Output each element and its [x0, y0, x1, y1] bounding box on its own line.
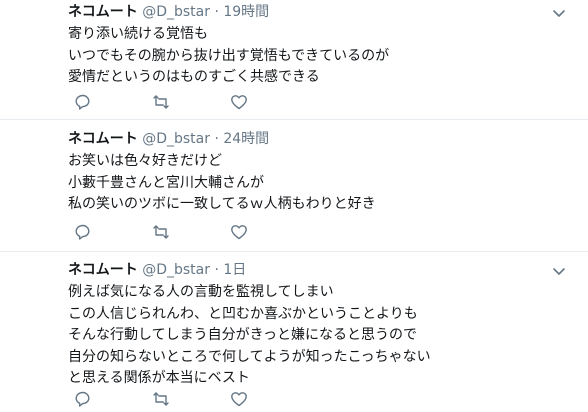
separator-dot: · [214, 4, 219, 20]
display-name[interactable]: ネコムート [68, 262, 138, 278]
timestamp[interactable]: 1日 [223, 262, 246, 278]
display-name[interactable]: ネコムート [68, 131, 138, 147]
tweet-text: 例えば気になる人の言動を監視してしまい この人信じられんわ、と凹むか喜ぶかという… [68, 282, 431, 390]
user-handle[interactable]: @D_bstar [142, 262, 210, 278]
display-name[interactable]: ネコムート [68, 4, 138, 20]
chevron-down-icon[interactable] [552, 264, 566, 278]
tweet-text-line: お笑いは色々好きだけど [68, 153, 222, 169]
reply-icon [75, 94, 90, 110]
retweet-icon [153, 225, 169, 239]
tweet-text-line: 愛情だというのはものすごく共感できる [68, 69, 320, 85]
user-handle[interactable]: @D_bstar [142, 131, 210, 147]
heart-icon [231, 225, 247, 240]
reply-button[interactable] [74, 223, 94, 243]
separator-dot: · [214, 131, 219, 147]
reply-icon [75, 391, 90, 407]
tweet-text-line: と思える関係が本当にベスト [68, 370, 250, 386]
tweet-header: ネコムート @D_bstar · 19時間 [68, 2, 269, 22]
tweet-text-line: そんな行動してしまう自分がきっと嫌になると思うので [68, 327, 418, 343]
tweet-header: ネコムート @D_bstar · 1日 [68, 260, 246, 280]
like-button[interactable] [230, 390, 250, 410]
tweet-text-line: 例えば気になる人の言動を監視してしまい [68, 284, 334, 300]
heart-icon [231, 392, 247, 407]
tweet-text-line: この人信じられんわ、と凹むか喜ぶかということよりも [68, 305, 418, 322]
retweet-icon [153, 392, 169, 406]
tweet[interactable]: ネコムート @D_bstar · 24時間 お笑いは色々好きだけど 小藪千豊さん… [0, 127, 588, 252]
tweet-header: ネコムート @D_bstar · 24時間 [68, 129, 269, 149]
tweet-text-line: 自分の知らないところで何してようが知ったこっちゃない [68, 348, 431, 365]
tweet-text: 寄り添い続ける覚悟も いつでもその腕から抜け出す覚悟もできているのが 愛情だとい… [68, 24, 389, 89]
timestamp[interactable]: 19時間 [223, 4, 269, 20]
reply-button[interactable] [74, 93, 94, 113]
tweet-text-line: 寄り添い続ける覚悟も [68, 26, 208, 42]
tweet-text-line: 小藪千豊さんと宮川大輔さんが [68, 174, 264, 191]
tweet[interactable]: ネコムート @D_bstar · 19時間 寄り添い続ける覚悟も いつでもその腕… [0, 0, 588, 120]
user-handle[interactable]: @D_bstar [142, 4, 210, 20]
heart-icon [231, 95, 247, 110]
retweet-button[interactable] [152, 390, 172, 410]
tweet-text-line: いつでもその腕から抜け出す覚悟もできているのが [68, 47, 390, 64]
tweet-text: お笑いは色々好きだけど 小藪千豊さんと宮川大輔さんが 私の笑いのツボに一致してる… [68, 151, 376, 216]
like-button[interactable] [230, 93, 250, 113]
reply-icon [75, 224, 90, 240]
like-button[interactable] [230, 223, 250, 243]
retweet-icon [153, 95, 169, 109]
retweet-button[interactable] [152, 93, 172, 113]
separator-dot: · [214, 262, 219, 278]
tweet-text-line: 私の笑いのツボに一致してるｗ人柄もわりと好き [68, 196, 376, 212]
chevron-down-icon[interactable] [552, 6, 566, 20]
reply-button[interactable] [74, 390, 94, 410]
timestamp[interactable]: 24時間 [223, 131, 269, 147]
tweet[interactable]: ネコムート @D_bstar · 1日 例えば気になる人の言動を監視してしまい … [0, 258, 588, 412]
retweet-button[interactable] [152, 223, 172, 243]
